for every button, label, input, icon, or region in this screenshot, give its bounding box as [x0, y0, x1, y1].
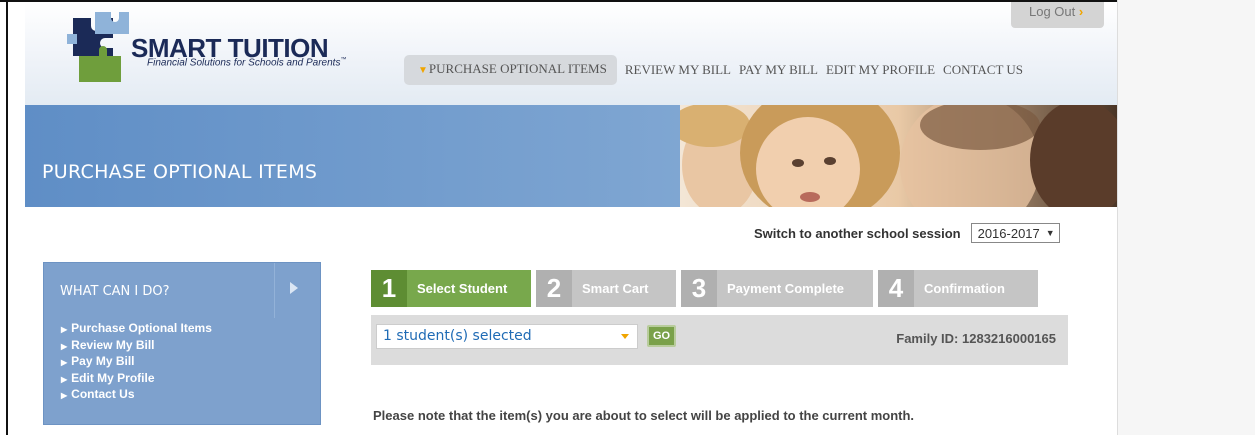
nav-purchase-optional-items[interactable]: ▼PURCHASE OPTIONAL ITEMS — [404, 55, 617, 85]
page-frame: SMART TUITION Financial Solutions for Sc… — [0, 0, 1255, 435]
window-border-left — [6, 0, 8, 435]
sidebar-item-label: Pay My Bill — [71, 354, 135, 368]
session-label: Switch to another school session — [754, 225, 961, 241]
page-title: PURCHASE OPTIONAL ITEMS — [42, 161, 318, 183]
logout-button[interactable]: Log Out › — [1011, 2, 1104, 28]
bullet-icon: ▶ — [61, 374, 68, 384]
step-label: Select Student — [417, 281, 508, 296]
caret-down-icon: ▼ — [418, 65, 428, 76]
sidebar-item-edit-my-profile[interactable]: ▶ Edit My Profile — [61, 371, 212, 388]
family-id: Family ID: 1283216000165 — [896, 331, 1056, 346]
bullet-icon: ▶ — [61, 358, 68, 367]
sidebar-item-purchase-optional-items[interactable]: ▶ Purchase Optional Items — [61, 321, 212, 338]
step-number: 1 — [371, 270, 407, 307]
sidebar-item-label: Purchase Optional Items — [71, 321, 212, 335]
step-label: Confirmation — [924, 281, 1005, 296]
session-select[interactable]: 2016-2017 ▼ — [970, 223, 1060, 243]
bullet-icon: ▶ — [61, 341, 68, 351]
checkout-steps: 1 Select Student 2 Smart Cart 3 Payment … — [371, 270, 1043, 307]
sidebar-item-label: Edit My Profile — [71, 370, 155, 385]
session-value: 2016-2017 — [977, 225, 1040, 241]
tagline-text: Financial Solutions for Schools and Pare… — [147, 57, 341, 69]
student-select-value: 1 student(s) selected — [383, 328, 532, 344]
logout-label: Log Out — [1029, 4, 1076, 19]
right-gutter — [1117, 0, 1255, 435]
selection-note: Please note that the item(s) you are abo… — [373, 408, 915, 423]
arrow-right-icon — [290, 282, 298, 294]
step-number: 3 — [681, 270, 717, 307]
go-button[interactable]: GO — [647, 325, 676, 347]
step-confirmation[interactable]: 4 Confirmation — [878, 270, 1038, 307]
step-payment-complete[interactable]: 3 Payment Complete — [681, 270, 873, 307]
sidebar-item-pay-my-bill[interactable]: ▶ Pay My Bill — [61, 354, 212, 371]
nav-review-my-bill[interactable]: REVIEW MY BILL — [621, 56, 735, 84]
site-header: SMART TUITION Financial Solutions for Sc… — [25, 2, 1117, 105]
triangle-down-icon: ▼ — [1045, 228, 1055, 238]
nav-edit-my-profile[interactable]: EDIT MY PROFILE — [822, 56, 939, 84]
caret-down-icon — [621, 334, 629, 339]
step-label: Smart Cart — [582, 281, 649, 296]
step-number: 4 — [878, 270, 914, 307]
sidebar-item-label: Review My Bill — [71, 337, 155, 352]
student-select[interactable]: 1 student(s) selected — [376, 324, 638, 349]
sidebar-item-review-my-bill[interactable]: ▶ Review My Bill — [61, 338, 212, 355]
step-smart-cart[interactable]: 2 Smart Cart — [536, 270, 676, 307]
sidebar-header[interactable]: WHAT CAN I DO? — [44, 263, 320, 318]
window-border-top — [0, 0, 1117, 2]
nav-label: PURCHASE OPTIONAL ITEMS — [428, 61, 607, 76]
children-photo — [680, 105, 1117, 207]
trademark-mark: ™ — [340, 57, 347, 63]
chevron-right-icon: › — [1078, 4, 1084, 19]
step-select-student[interactable]: 1 Select Student — [371, 270, 531, 307]
nav-pay-my-bill[interactable]: PAY MY BILL — [735, 56, 822, 84]
step-number: 2 — [536, 270, 572, 307]
bullet-icon: ▶ — [61, 391, 68, 400]
step-label: Payment Complete — [727, 281, 845, 296]
smart-tuition-logo[interactable]: SMART TUITION Financial Solutions for Sc… — [65, 12, 355, 84]
puzzle-logo-icon — [67, 12, 129, 82]
sidebar-links: ▶ Purchase Optional Items ▶ Review My Bill… — [61, 321, 212, 404]
page-banner: PURCHASE OPTIONAL ITEMS — [25, 105, 1117, 207]
bullet-icon: ▶ — [61, 325, 68, 334]
what-can-i-do-panel: WHAT CAN I DO? ▶ Purchase Optional Items … — [43, 262, 321, 425]
student-selector-bar: 1 student(s) selected GO Family ID: 1283… — [371, 315, 1068, 365]
sidebar-item-label: Contact Us — [71, 387, 135, 401]
sidebar-title: WHAT CAN I DO? — [60, 284, 170, 299]
session-switcher: Switch to another school session 2016-20… — [754, 223, 1060, 243]
top-navigation: ▼PURCHASE OPTIONAL ITEMS REVIEW MY BILL … — [404, 55, 1027, 85]
brand-tagline: Financial Solutions for Schools and Pare… — [147, 57, 346, 68]
divider — [274, 263, 275, 318]
sidebar-item-contact-us[interactable]: ▶ Contact Us — [61, 387, 212, 404]
nav-contact-us[interactable]: CONTACT US — [939, 56, 1027, 84]
